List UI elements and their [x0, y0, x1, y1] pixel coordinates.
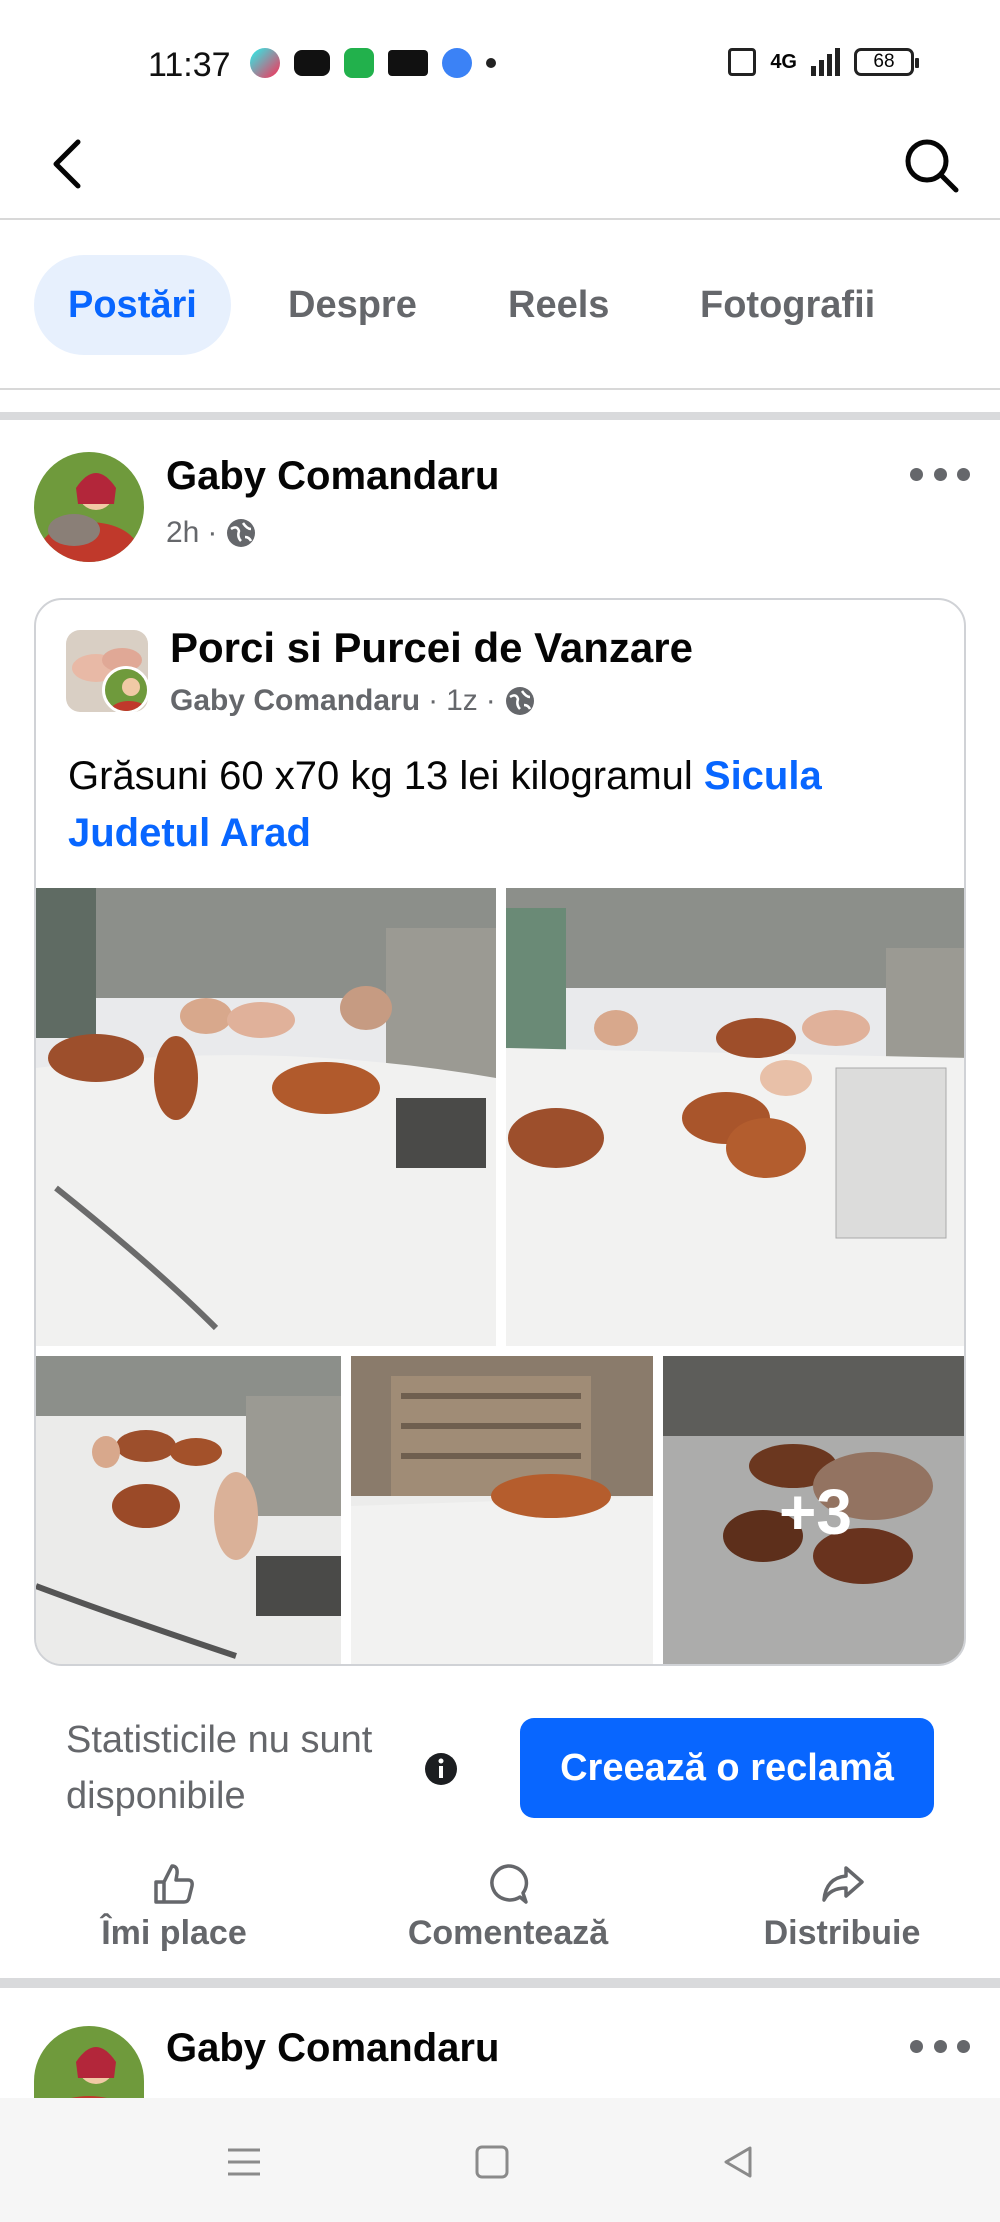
comment-icon	[490, 1864, 529, 1904]
comment-button[interactable]: Comentează	[378, 1860, 638, 1953]
stats-unavailable-text: Statisticile nu sunt disponibile	[66, 1719, 373, 1817]
upload-app-icon	[344, 48, 374, 78]
globe-icon	[227, 519, 256, 547]
like-label: Îmi place	[101, 1914, 247, 1952]
post-body-text: Grăsuni 60 x70 kg 13 lei kilogramul Sicu…	[68, 748, 948, 862]
post-more-options-icon[interactable]	[910, 462, 970, 486]
tab-posts[interactable]: Postări	[34, 255, 231, 355]
share-icon	[822, 1866, 864, 1902]
share-label: Distribuie	[763, 1914, 921, 1952]
create-ad-button[interactable]: Creează o reclamă	[520, 1718, 934, 1818]
comment-label: Comentează	[407, 1914, 609, 1952]
section-divider	[0, 412, 1000, 420]
post-photo-2[interactable]	[506, 888, 964, 1346]
battery-icon: 68	[854, 48, 919, 76]
search-icon[interactable]	[900, 134, 962, 196]
post-time: 2h	[166, 516, 200, 549]
thumbs-up-icon	[154, 1864, 194, 1904]
info-icon[interactable]	[424, 1752, 458, 1786]
status-system-icons: 4G 68	[728, 48, 919, 76]
browser-icon	[442, 48, 472, 78]
next-post-more-options-icon[interactable]	[910, 2034, 970, 2058]
tab-photos[interactable]: Fotografii	[666, 255, 909, 355]
network-type: 4G	[770, 50, 797, 73]
author-avatar[interactable]	[34, 452, 144, 562]
group-poster-name[interactable]: Gaby Comandaru	[170, 684, 420, 718]
back-triangle-icon[interactable]	[718, 2142, 758, 2182]
post-photo-5[interactable]: +3	[663, 1356, 964, 1664]
post-photo-4[interactable]	[351, 1356, 653, 1664]
post-body-main: Grăsuni 60 x70 kg 13 lei kilogramul	[68, 754, 704, 798]
next-post-author-avatar[interactable]	[34, 2026, 144, 2098]
signal-icon	[811, 48, 840, 76]
group-poster-avatar	[102, 666, 148, 712]
olx-icon	[388, 50, 428, 76]
system-nav-bar	[0, 2098, 1000, 2222]
post-actions: Îmi place Comentează Distribuie	[0, 1860, 1000, 1970]
section-divider	[0, 1978, 1000, 1988]
meta-separator: ·	[207, 516, 218, 549]
back-arrow-icon[interactable]	[40, 134, 100, 194]
tiktok-icon	[250, 48, 280, 78]
top-nav	[0, 110, 1000, 220]
group-post-time: 1z	[446, 684, 478, 717]
share-button[interactable]: Distribuie	[712, 1860, 972, 1953]
tab-about[interactable]: Despre	[254, 255, 451, 355]
status-bar: 11:37 4G 68	[0, 0, 1000, 110]
meta-separator: ·	[485, 684, 496, 717]
group-name[interactable]: Porci si Purcei de Vanzare	[170, 624, 693, 672]
status-time: 11:37	[148, 46, 231, 84]
tab-reels[interactable]: Reels	[474, 255, 643, 355]
status-notification-icons	[250, 48, 496, 78]
like-button[interactable]: Îmi place	[44, 1860, 304, 1953]
post-author-name[interactable]: Gaby Comandaru	[166, 454, 499, 499]
globe-icon	[505, 687, 534, 715]
next-post-author-name[interactable]: Gaby Comandaru	[166, 2026, 499, 2071]
meta-separator: ·	[428, 684, 439, 717]
youtube-icon	[294, 50, 330, 76]
post-photo-1[interactable]	[36, 888, 496, 1346]
post-photo-3[interactable]	[36, 1356, 341, 1664]
group-meta: Gaby Comandaru · 1z ·	[170, 684, 536, 718]
more-photos-overlay[interactable]: +3	[663, 1356, 964, 1664]
nfc-icon	[728, 48, 757, 76]
profile-tabs: Postări Despre Reels Fotografii	[0, 222, 1000, 390]
home-square-icon[interactable]	[472, 2142, 512, 2182]
more-notifications-dot	[486, 58, 496, 68]
menu-icon[interactable]	[224, 2142, 264, 2182]
group-avatar[interactable]	[66, 630, 148, 712]
post-meta: 2h ·	[166, 516, 257, 550]
shared-post-card[interactable]: Porci si Purcei de Vanzare Gaby Comandar…	[34, 598, 966, 1666]
